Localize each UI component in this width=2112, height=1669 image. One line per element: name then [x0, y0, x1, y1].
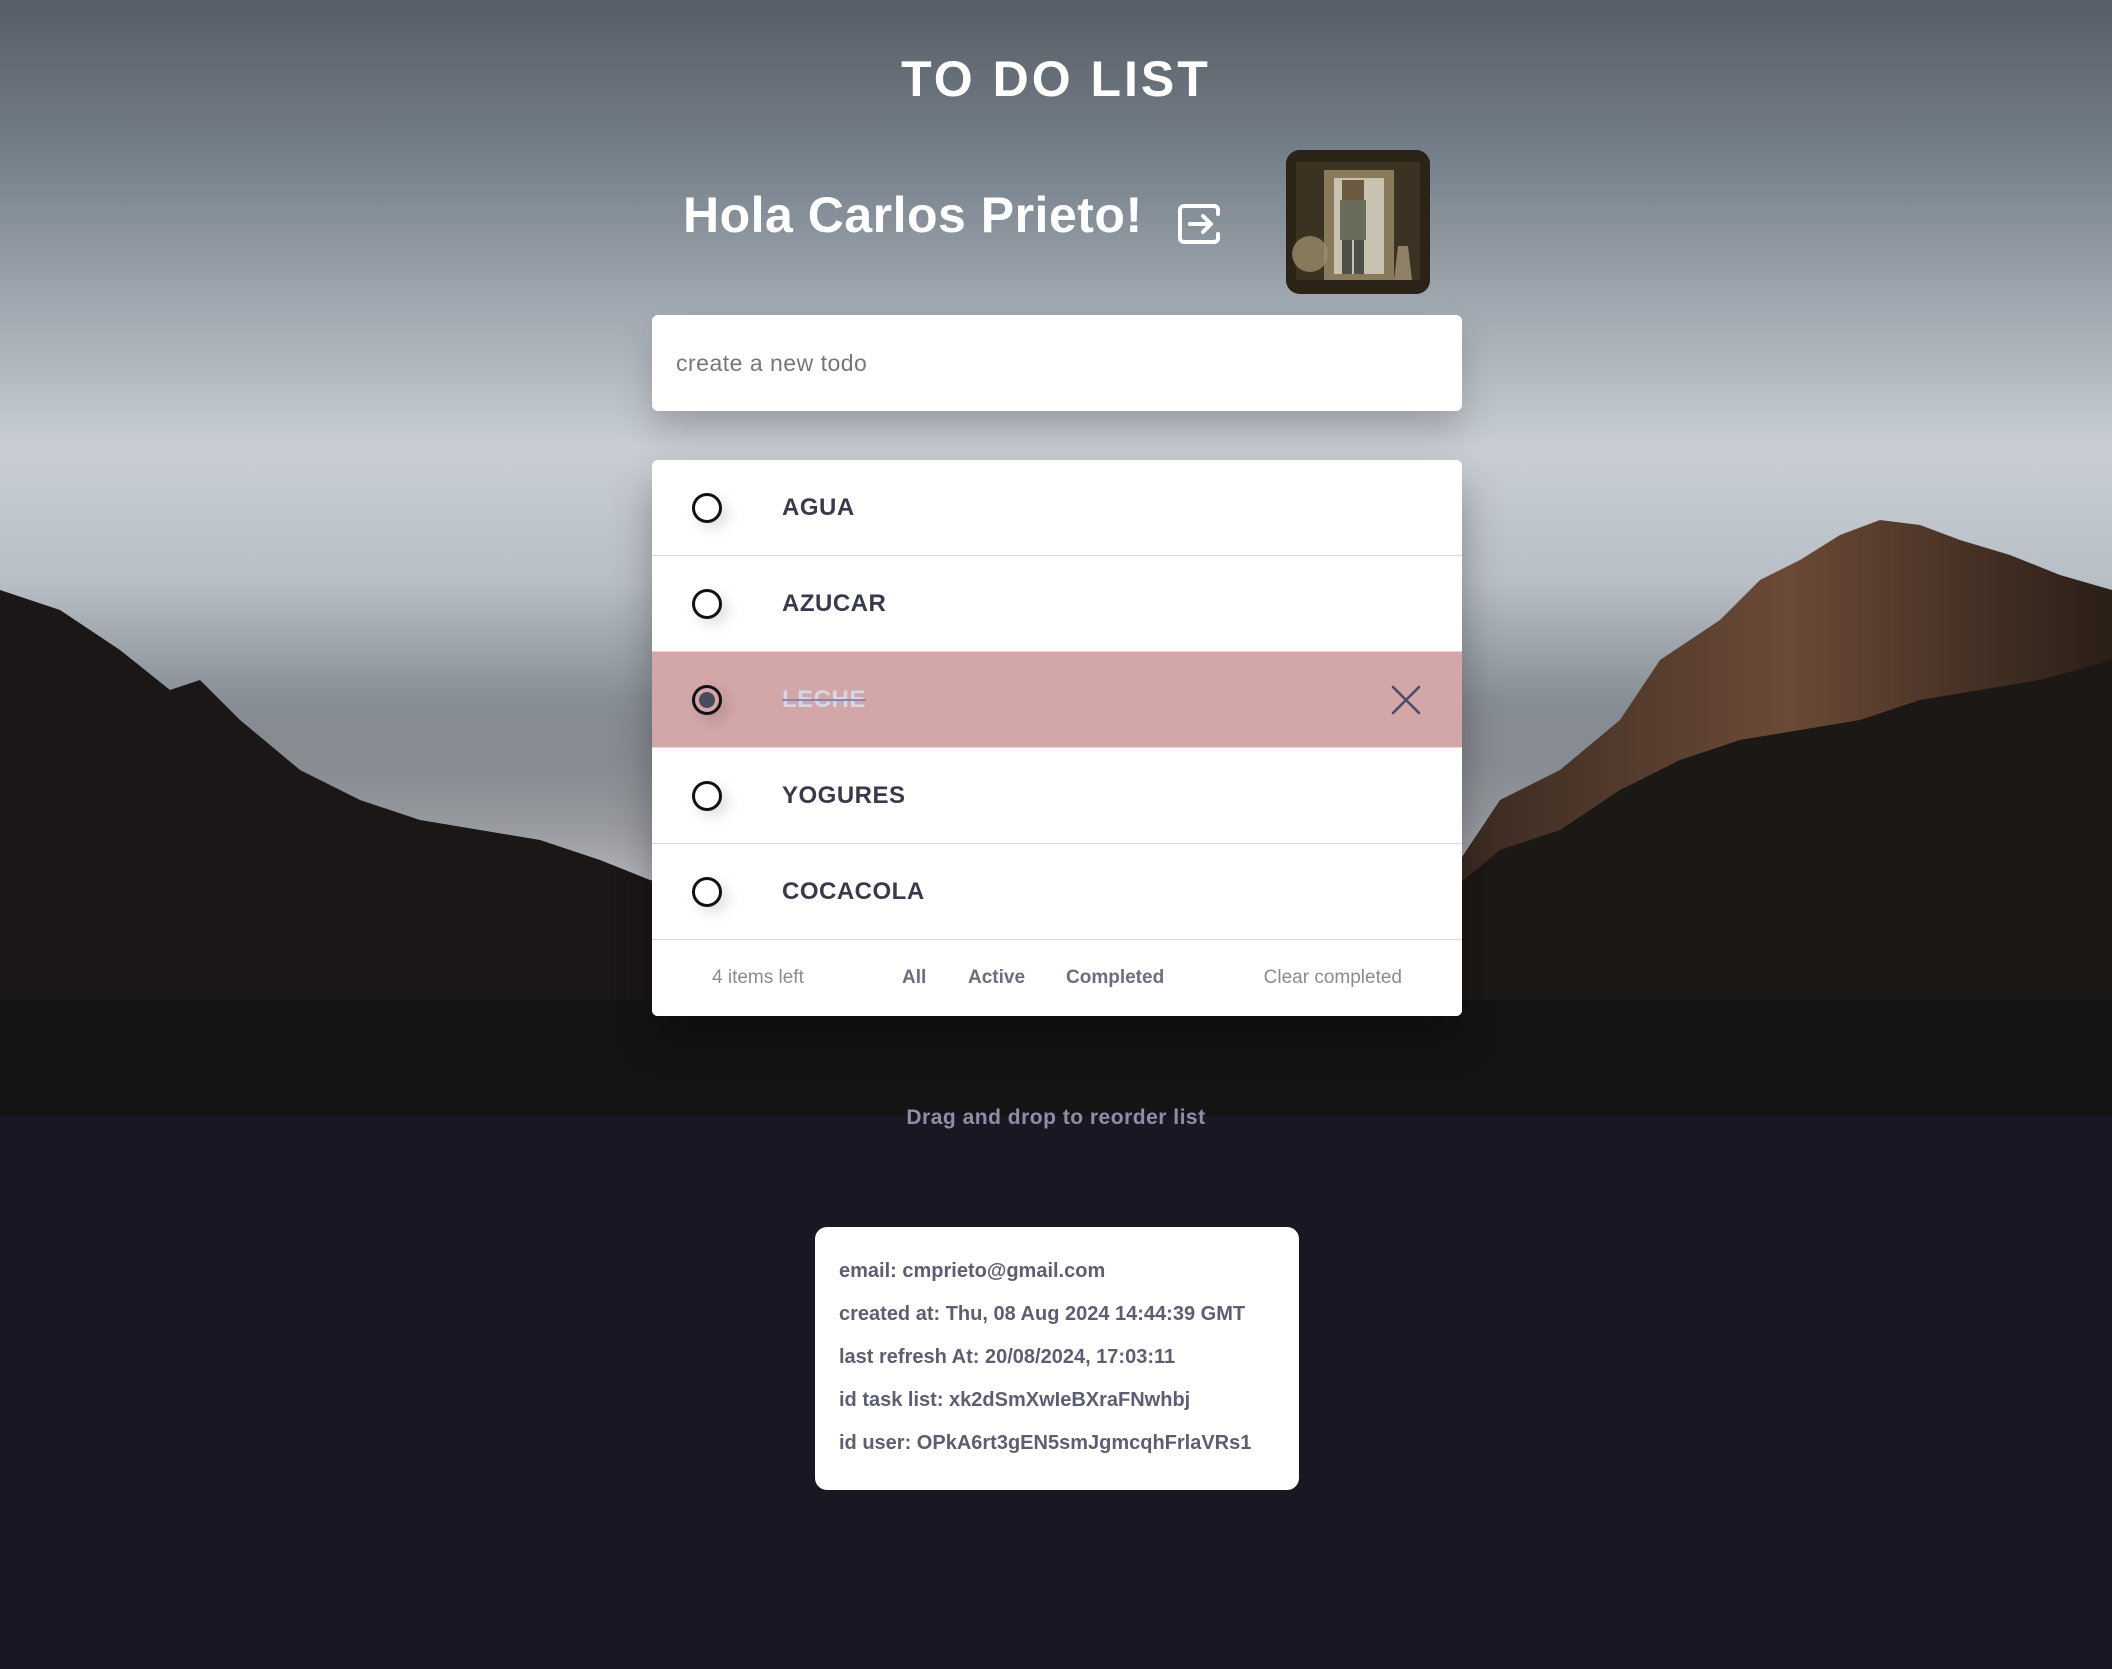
todo-list: AGUA AZUCAR LECHE YOGURES COCACOLA 4 ite… [652, 460, 1462, 1016]
drag-drop-hint: Drag and drop to reorder list [906, 1106, 1206, 1129]
todo-label: LECHE [782, 686, 866, 713]
user-info-card: email: cmprieto@gmail.com created at: Th… [815, 1227, 1299, 1490]
filter-all-button[interactable]: All [902, 940, 926, 1016]
info-last-refresh: last refresh At: 20/08/2024, 17:03:11 [839, 1346, 1176, 1368]
todo-item[interactable]: AGUA [652, 460, 1462, 556]
avatar[interactable] [1286, 150, 1430, 294]
avatar-photo [1286, 150, 1430, 294]
clear-completed-button[interactable]: Clear completed [1264, 940, 1402, 1016]
todo-checkbox[interactable] [692, 781, 722, 811]
info-created-at: created at: Thu, 08 Aug 2024 14:44:39 GM… [839, 1303, 1246, 1325]
close-icon [1391, 685, 1421, 715]
logout-icon [1178, 204, 1220, 244]
todo-checkbox[interactable] [692, 493, 722, 523]
items-left-count: 4 items left [712, 967, 804, 988]
new-todo-input[interactable] [652, 315, 1462, 411]
todo-checkbox[interactable] [692, 589, 722, 619]
todo-item[interactable]: AZUCAR [652, 556, 1462, 652]
list-footer: 4 items left All Active Completed Clear … [652, 940, 1462, 1016]
logout-button[interactable] [1176, 200, 1224, 248]
todo-item[interactable]: LECHE [652, 652, 1462, 748]
todo-label: AZUCAR [782, 590, 887, 617]
todo-label: YOGURES [782, 782, 906, 809]
info-email: email: cmprieto@gmail.com [839, 1260, 1106, 1282]
todo-item[interactable]: YOGURES [652, 748, 1462, 844]
todo-checkbox[interactable] [692, 685, 722, 715]
filter-active-button[interactable]: Active [968, 940, 1025, 1016]
new-todo-field[interactable] [652, 315, 1462, 411]
app-title: TO DO LIST [901, 51, 1211, 107]
todo-label: AGUA [782, 494, 855, 521]
info-task-list-id: id task list: xk2dSmXwIeBXraFNwhbj [839, 1389, 1191, 1411]
info-user-id: id user: OPkA6rt3gEN5smJgmcqhFrlaVRs1 [839, 1432, 1252, 1454]
radio-check-icon [699, 692, 715, 708]
user-greeting: Hola Carlos Prieto! [683, 187, 1143, 243]
todo-label: COCACOLA [782, 878, 925, 905]
todo-item[interactable]: COCACOLA [652, 844, 1462, 940]
delete-todo-button[interactable] [1390, 684, 1422, 716]
todo-checkbox[interactable] [692, 877, 722, 907]
filter-completed-button[interactable]: Completed [1066, 940, 1164, 1016]
